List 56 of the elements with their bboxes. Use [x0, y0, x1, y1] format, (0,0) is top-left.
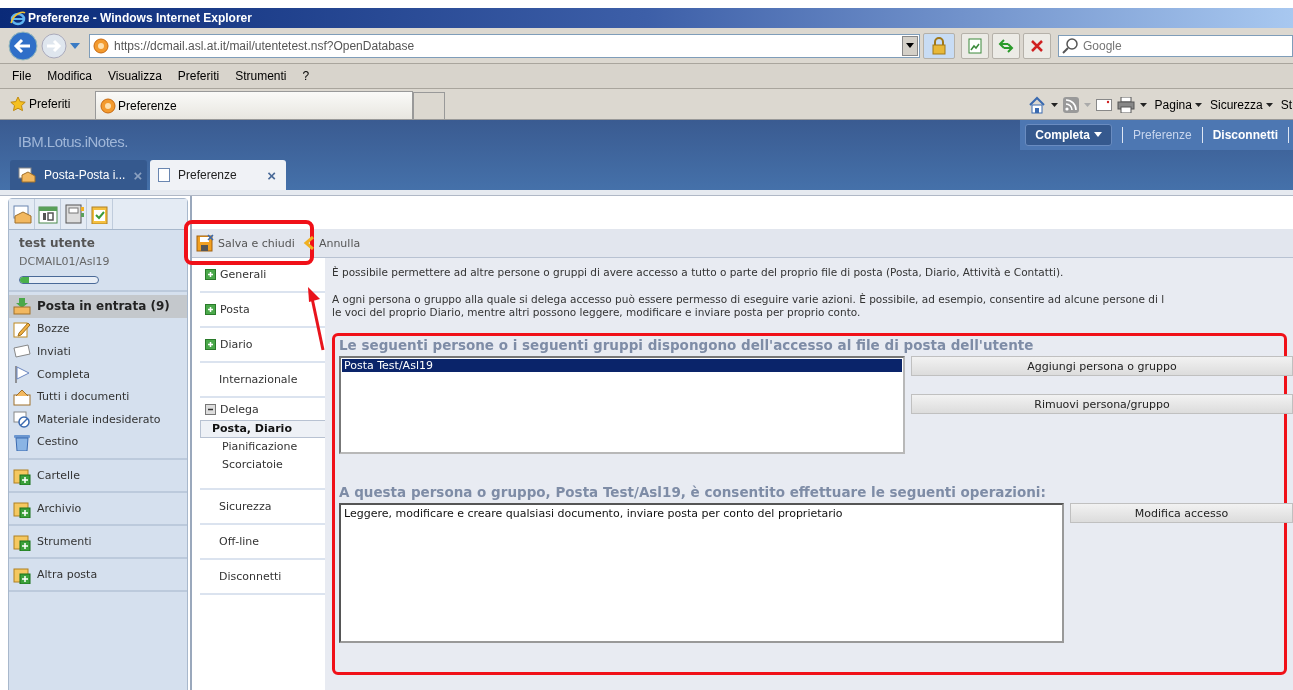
section-title: A questa persona o gruppo, Posta Test/Asl19, è consentito effettuare le seguenti operazioni: — [339, 484, 1047, 500]
permissions-field[interactable]: Leggere, modificare e creare qualsiasi documento, inviare posta per conto del proprietario — [339, 503, 1064, 643]
folder-item[interactable]: Posta in entrata (9) — [9, 295, 187, 318]
app-tab[interactable]: Preferenze × — [150, 160, 286, 190]
action-button[interactable]: Aggiungi persona o gruppo — [911, 356, 1293, 376]
folder-item[interactable]: Completa — [9, 362, 187, 386]
nav-item[interactable]: Generali — [200, 258, 325, 293]
modify-access-button[interactable]: Modifica accesso — [1070, 503, 1293, 523]
command-menu[interactable]: Pagina — [1154, 98, 1202, 112]
app-tab[interactable]: Posta-Posta i... × — [10, 160, 147, 190]
nav-item[interactable]: Sicurezza — [200, 490, 325, 525]
menu-item[interactable]: Modifica — [47, 69, 93, 83]
view-menu-button[interactable]: Completa — [1025, 123, 1112, 146]
menu-item[interactable]: ? — [302, 69, 310, 83]
nav-item[interactable]: Disconnetti — [200, 560, 325, 595]
folder-section[interactable]: Strumenti — [9, 526, 187, 560]
section-title: Le seguenti persone o i seguenti gruppi dispongono dell'accesso al file di posta dell'utente — [339, 337, 1035, 353]
header-link[interactable]: Disconnetti — [1212, 127, 1278, 142]
browser-tab[interactable]: Preferenze — [95, 91, 413, 119]
folder-item[interactable]: Materiale indesiderato — [9, 407, 187, 431]
folder-item[interactable]: Inviati — [9, 340, 187, 363]
window-title: Preferenze - Windows Internet Explorer — [28, 11, 252, 25]
server-name: DCMAIL01/Asl19 — [19, 255, 111, 268]
folder-section[interactable]: Altra posta — [9, 559, 187, 593]
folder-section[interactable]: Archivio — [9, 493, 187, 527]
folder-item[interactable]: Bozze — [9, 317, 187, 341]
list-item[interactable]: Posta Test/Asl19 — [342, 359, 902, 372]
folder-item[interactable]: Tutti i documenti — [9, 385, 187, 408]
nav-item[interactable]: Diario — [200, 328, 325, 363]
nav-item[interactable]: Off-line — [200, 525, 325, 560]
search-field[interactable]: Google — [1058, 34, 1293, 57]
menu-item[interactable]: Strumenti — [235, 69, 287, 83]
menu-item[interactable]: File — [12, 69, 32, 83]
save-close-button[interactable]: Salva e chiudi — [192, 231, 299, 255]
menu-item[interactable]: Visualizza — [108, 69, 162, 83]
url-text: https://dcmail.asl.at.it/mail/utentetest.nsf?OpenDatabase — [114, 38, 416, 53]
folder-item[interactable]: Cestino — [9, 430, 187, 454]
nav-item[interactable]: Internazionale — [200, 363, 325, 398]
user-name: test utente — [19, 236, 96, 250]
address-field[interactable]: https://dcmail.asl.at.it/mail/utentetest.nsf?OpenDatabase — [89, 33, 920, 58]
close-button[interactable]: × — [267, 166, 276, 184]
app-logo: IBM.Lotus.iNotes. — [18, 132, 128, 150]
folder-section[interactable]: Cartelle — [9, 460, 187, 494]
cancel-button[interactable]: Annulla — [298, 231, 365, 255]
nav-subitem[interactable]: Pianificazione — [200, 438, 325, 456]
nav-subitem[interactable]: Posta, Diario — [200, 420, 325, 438]
description-text: È possibile permettere ad altre persone o gruppi di avere accesso a tutto o parte del proprio file di posta (Posta, Diario, Attività e Contatti). — [332, 266, 1065, 279]
nav-item[interactable]: Delega — [200, 398, 325, 420]
nav-subitem[interactable]: Scorciatoie — [200, 456, 325, 474]
description-text: A ogni persona o gruppo alla quale si delega accesso può essere permesso di eseguire varie azioni. È possibile, ad esempio, consentire ad alcune persone di l — [332, 293, 1166, 306]
favorites-button[interactable]: Preferiti — [0, 89, 95, 119]
action-button[interactable]: Rimuovi persona/gruppo — [911, 394, 1293, 414]
command-menu[interactable]: Sicurezza — [1209, 98, 1273, 112]
description-text: le voci del proprio Diario, mentre altri possono leggere, modificare e inviare posta per proprio conto. — [332, 306, 862, 319]
command-menu[interactable]: St — [1280, 98, 1292, 112]
menu-item[interactable]: Preferiti — [177, 69, 220, 83]
